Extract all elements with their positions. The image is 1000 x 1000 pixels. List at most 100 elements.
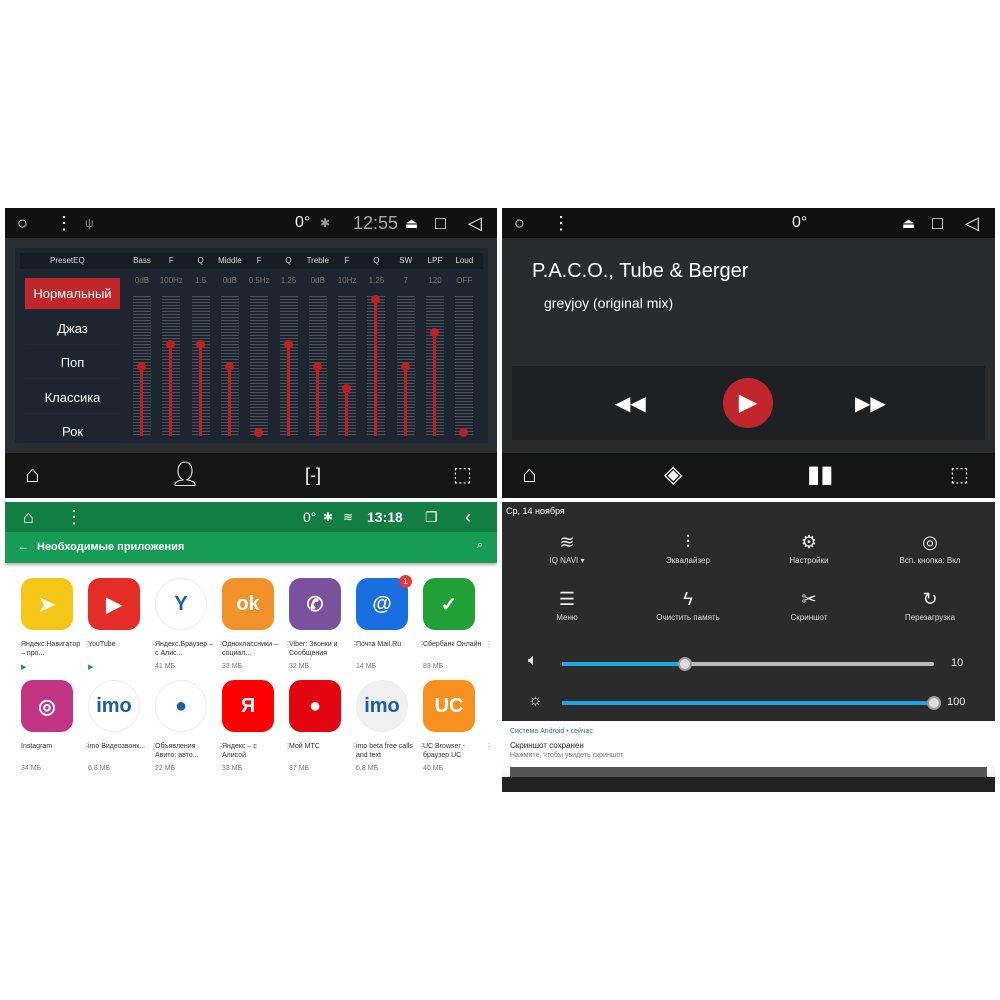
wifi-icon: ≋ (559, 532, 575, 552)
band-track[interactable] (455, 296, 474, 436)
more-vert-icon[interactable]: ⋮ (485, 640, 493, 649)
band-knob[interactable] (137, 362, 146, 371)
band-knob[interactable] (166, 339, 176, 349)
quick-tile[interactable]: ⫶ Эквалайзер (628, 532, 748, 565)
app-name: Viber: Звонки и Сообщения (289, 641, 338, 657)
band-track[interactable] (250, 296, 269, 436)
quick-tile[interactable]: ↻ Перезагрузка (870, 589, 990, 622)
fullscreen-icon[interactable]: [-] (305, 461, 321, 489)
more-vert-icon[interactable]: ⋮ (485, 742, 493, 751)
app-size: 37 МБ (289, 765, 310, 772)
navigation-icon[interactable]: ◈ (664, 461, 682, 489)
recents-icon[interactable]: □ (435, 213, 446, 234)
quick-tile[interactable]: ◎ Всп. кнопка: Вкл (870, 532, 990, 565)
more-vert-icon[interactable]: ⋮ (552, 213, 570, 234)
temperature: 0° (295, 214, 311, 231)
sberbank-icon[interactable]: ✓ (423, 578, 475, 630)
band-knob[interactable] (195, 339, 205, 349)
quick-tile[interactable]: ✂ Скриншот (749, 589, 869, 622)
window-icon[interactable]: ⬚ (453, 461, 472, 489)
imo-icon[interactable]: imo (88, 680, 140, 732)
avito-icon[interactable]: ● (155, 680, 207, 732)
uc-browser-icon[interactable]: UC (423, 680, 475, 732)
recents-icon[interactable]: □ (932, 213, 943, 234)
quick-tile[interactable]: ☰ Меню (507, 589, 627, 622)
more-vert-icon[interactable]: ⋮ (65, 507, 83, 528)
brightness-slider[interactable] (562, 696, 941, 710)
preset-item[interactable]: Классика (25, 382, 120, 414)
tile-label: Перезагрузка (904, 613, 956, 622)
quick-tile[interactable]: ϟ Очистить память (628, 589, 748, 622)
band-fill (169, 343, 173, 436)
fast-forward-icon[interactable]: ▶▶ (855, 391, 886, 416)
music-player-screen: ○ ⋮ 0° ⏏ □ ◁ P.A.C.O., Tube & Berger gre… (502, 208, 995, 498)
brightness-value: 100 (947, 696, 966, 708)
volume-value: 10 (951, 657, 964, 669)
preset-item[interactable]: Нормальный (25, 278, 120, 310)
band-fill (286, 343, 290, 436)
eject-icon[interactable]: ⏏ (405, 215, 418, 232)
band-fill (227, 366, 231, 436)
odnoklassniki-icon[interactable]: ok (222, 578, 274, 630)
back-arrow-icon[interactable]: ← (17, 539, 29, 553)
yandex-icon[interactable]: Я (222, 680, 274, 732)
wifi-icon: ≋ (343, 510, 354, 524)
search-icon[interactable]: ⌕ (477, 539, 483, 552)
clear-memory-icon: ϟ (683, 589, 693, 609)
preset-item[interactable]: Поп (25, 347, 120, 379)
circle-icon[interactable]: ○ (514, 213, 525, 234)
notification-title: Скриншот сохранен (510, 741, 584, 750)
imo-beta-icon[interactable]: imo (356, 680, 408, 732)
quick-settings-screen: Ср, 14 ноября ≋ IQ NAVI ▾ ⫶ Эквалайзер ⚙ Наст… (502, 502, 995, 792)
band-label: Q (285, 256, 292, 265)
bluetooth-icon: ✱ (323, 510, 334, 524)
volume-knob[interactable] (677, 657, 692, 671)
youtube-icon[interactable]: ▶ (88, 578, 140, 630)
eject-icon[interactable]: ⏏ (902, 215, 915, 232)
app-name: imo Видеозвонк... (88, 743, 146, 750)
band-label: Middle (218, 256, 242, 265)
band-value: OFF (456, 276, 473, 285)
quick-tile[interactable]: ⚙ Настройки (749, 532, 869, 565)
viber-icon[interactable]: ✆ (289, 578, 341, 630)
app-size: 83 МБ (423, 663, 444, 670)
instagram-icon[interactable]: ◎ (21, 680, 73, 732)
band-knob[interactable] (283, 339, 293, 349)
app-size: 33 МБ (222, 765, 243, 772)
rewind-icon[interactable]: ◀◀ (615, 391, 646, 416)
navigator-icon[interactable]: ➤ (21, 578, 73, 630)
brightness-knob[interactable] (927, 696, 941, 710)
home-icon[interactable]: ⌂ (25, 461, 40, 489)
preset-item[interactable]: Джаз (25, 313, 120, 345)
back-icon[interactable]: ‹ (465, 507, 471, 528)
person-icon[interactable]: 👤︎ (170, 461, 200, 489)
preset-item[interactable]: Рок (25, 416, 120, 448)
play-button[interactable]: ▶ (723, 378, 773, 428)
app-size: 14 МБ (356, 663, 377, 670)
recents-icon[interactable]: ❐ (425, 509, 438, 526)
back-icon[interactable]: ◁ (965, 213, 979, 234)
band-knob[interactable] (254, 427, 264, 437)
yandex-browser-icon[interactable]: Y (155, 578, 207, 630)
more-vert-icon[interactable]: ⋮ (55, 213, 73, 234)
band-knob[interactable] (312, 362, 322, 371)
mts-icon[interactable]: ● (289, 680, 341, 732)
circle-icon[interactable]: ○ (17, 213, 28, 234)
window-icon[interactable]: ⬚ (950, 461, 969, 489)
band-knob[interactable] (400, 362, 410, 371)
volume-slider[interactable] (562, 657, 934, 671)
home-icon[interactable]: ⌂ (23, 507, 34, 528)
bottom-strip (502, 777, 995, 792)
band-label: Q (373, 256, 380, 265)
track-title: greyjoy (original mix) (544, 295, 674, 311)
home-icon[interactable]: ⌂ (522, 461, 537, 489)
app-name: Яндекс.Браузер – с Алис... (155, 641, 214, 657)
band-knob[interactable] (224, 362, 234, 371)
notification-badge: 1 (399, 575, 412, 588)
tile-label: Эквалайзер (666, 556, 710, 565)
screenshot-preview (510, 767, 987, 777)
quick-tile[interactable]: ≋ IQ NAVI ▾ (507, 532, 627, 565)
bar-chart-icon[interactable]: ▮▮ (807, 461, 833, 489)
back-icon[interactable]: ◁ (468, 213, 482, 234)
notification[interactable]: Система Android • сейчас Скриншот сохран… (502, 721, 995, 792)
